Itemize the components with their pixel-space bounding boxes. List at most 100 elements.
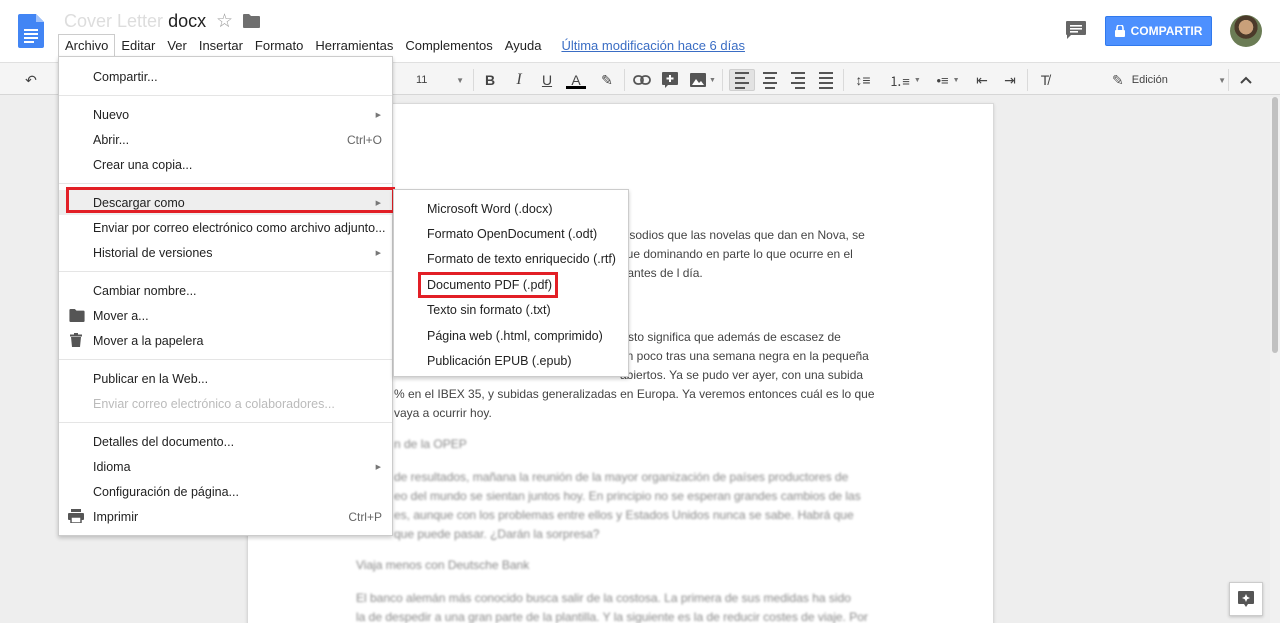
menu-item-move[interactable]: Mover a... (59, 303, 392, 328)
decrease-indent-icon[interactable]: ⇤ (971, 69, 993, 91)
submenu-arrow-icon: ▶ (375, 463, 381, 471)
shortcut-label: Ctrl+P (348, 509, 382, 524)
add-comment-icon[interactable] (660, 69, 680, 91)
increase-indent-icon[interactable]: ⇥ (999, 69, 1021, 91)
document-text: El banco alemán más conocido busca salir… (356, 591, 851, 605)
menu-insertar[interactable]: Insertar (193, 35, 249, 56)
menu-formato[interactable]: Formato (249, 35, 309, 56)
explore-icon (1238, 591, 1254, 607)
line-spacing-icon[interactable]: ↕≡ (852, 69, 874, 91)
menu-item-document-details[interactable]: Detalles del documento... (59, 429, 392, 454)
lock-icon (1114, 25, 1125, 37)
menu-herramientas[interactable]: Herramientas (309, 35, 399, 56)
chevron-up-icon[interactable] (1236, 69, 1256, 91)
folder-icon[interactable] (243, 14, 260, 28)
document-text: un poco tras una semana negra en la pequ… (620, 349, 869, 363)
menu-item-label: Mover a... (93, 308, 149, 323)
menu-complementos[interactable]: Complementos (399, 35, 498, 56)
italic-button[interactable]: I (510, 69, 528, 91)
align-justify-icon[interactable] (815, 69, 837, 91)
menu-item-version-history[interactable]: Historial de versiones ▶ (59, 240, 392, 265)
document-text: pisodios que las novelas que dan en Nova… (620, 228, 865, 242)
comments-icon[interactable] (1066, 21, 1086, 39)
avatar[interactable] (1230, 15, 1262, 47)
toolbar-divider (1228, 69, 1229, 91)
document-text: rtantes de l día. (620, 266, 703, 280)
link-icon[interactable] (632, 69, 652, 91)
download-epub[interactable]: Publicación EPUB (.epub) (394, 348, 628, 373)
highlight-box-pdf (418, 272, 558, 298)
menu-item-new[interactable]: Nuevo ▶ (59, 102, 392, 127)
chevron-down-icon: ▼ (456, 75, 464, 85)
menu-item-label: Configuración de página... (93, 484, 239, 499)
download-rtf[interactable]: Formato de texto enriquecido (.rtf) (394, 246, 628, 271)
editing-mode-select[interactable]: ✎ Edición ▼ (1108, 69, 1226, 91)
document-title-name: Cover Letter (64, 11, 164, 31)
document-text: abiertos. Ya se pudo ver ayer, con una s… (620, 368, 864, 382)
menu-item-label: Enviar por correo electrónico como archi… (93, 220, 386, 235)
menu-item-open[interactable]: Abrir... Ctrl+O (59, 127, 392, 152)
clear-formatting-icon[interactable]: T̸ (1034, 69, 1056, 91)
align-left-icon[interactable] (729, 69, 755, 91)
highlight-icon[interactable]: ✎ (598, 69, 616, 91)
menu-item-rename[interactable]: Cambiar nombre... (59, 278, 392, 303)
pencil-icon: ✎ (1112, 71, 1124, 88)
last-modified-link[interactable]: Última modificación hace 6 días (555, 35, 751, 56)
menu-item-print[interactable]: Imprimir Ctrl+P (59, 504, 392, 529)
menu-divider (59, 271, 392, 272)
menu-item-label: Publicación EPUB (.epub) (427, 353, 572, 368)
highlight-box-download (66, 187, 395, 213)
explore-button[interactable] (1229, 582, 1263, 616)
bulleted-list-icon[interactable]: •≡ ▼ (930, 69, 966, 91)
menu-item-trash[interactable]: Mover a la papelera (59, 328, 392, 353)
download-docx[interactable]: Microsoft Word (.docx) (394, 196, 628, 221)
star-icon[interactable]: ☆ (216, 10, 233, 33)
menu-archivo[interactable]: Archivo (58, 33, 116, 57)
menu-item-label: Imprimir (93, 509, 139, 524)
document-text: vaya a ocurrir hoy. (394, 406, 492, 420)
numbered-list-icon[interactable]: ⒈≡ ▼ (887, 69, 923, 91)
menu-item-make-copy[interactable]: Crear una copia... (59, 152, 392, 177)
document-text: de resultados, mañana la reunión de la m… (394, 470, 849, 484)
menu-item-publish-web[interactable]: Publicar en la Web... (59, 366, 392, 391)
submenu-arrow-icon: ▶ (375, 249, 381, 257)
docs-logo-icon[interactable] (18, 14, 44, 48)
align-center-icon[interactable] (759, 69, 781, 91)
menu-item-label: Crear una copia... (93, 157, 193, 172)
menu-item-label: Texto sin formato (.txt) (427, 302, 551, 317)
font-size-select[interactable]: 11 ▼ (410, 69, 470, 91)
menu-item-label: Cambiar nombre... (93, 283, 197, 298)
document-heading: Viaja menos con Deutsche Bank (356, 558, 530, 572)
menu-item-page-setup[interactable]: Configuración de página... (59, 479, 392, 504)
menu-item-label: Formato OpenDocument (.odt) (427, 226, 598, 241)
menu-item-share[interactable]: Compartir... (59, 64, 392, 89)
download-odt[interactable]: Formato OpenDocument (.odt) (394, 221, 628, 246)
bold-button[interactable]: B (481, 69, 499, 91)
toolbar-divider (473, 69, 474, 91)
document-heading: n de la OPEP (394, 437, 467, 451)
menu-item-language[interactable]: Idioma ▶ (59, 454, 392, 479)
download-txt[interactable]: Texto sin formato (.txt) (394, 297, 628, 322)
shortcut-label: Ctrl+O (346, 132, 382, 147)
menu-editar[interactable]: Editar (115, 35, 161, 56)
document-text: % en el IBEX 35, y subidas generalizadas… (394, 387, 875, 401)
share-button[interactable]: COMPARTIR (1105, 16, 1212, 46)
menu-item-email-attachment[interactable]: Enviar por correo electrónico como archi… (59, 215, 392, 240)
menu-ver[interactable]: Ver (161, 35, 193, 56)
download-html[interactable]: Página web (.html, comprimido) (394, 323, 628, 348)
underline-button[interactable]: U (538, 69, 556, 91)
menu-item-label: Microsoft Word (.docx) (427, 201, 553, 216)
document-text: Esto significa que además de escasez de (620, 330, 841, 344)
menu-divider (59, 95, 392, 96)
text-color-button[interactable]: A (565, 69, 587, 91)
vertical-scrollbar[interactable] (1270, 97, 1280, 623)
align-right-icon[interactable] (787, 69, 809, 91)
insert-image-icon[interactable]: ▼ (688, 69, 718, 91)
menu-ayuda[interactable]: Ayuda (499, 35, 548, 56)
menu-item-label: Idioma (93, 459, 131, 474)
document-title[interactable]: Cover Letter docx (64, 11, 206, 32)
document-text: que puede pasar. ¿Darán la sorpresa? (394, 527, 600, 541)
undo-icon[interactable]: ↶ (20, 69, 42, 91)
share-button-label: COMPARTIR (1130, 24, 1203, 38)
scrollbar-thumb[interactable] (1272, 97, 1278, 353)
